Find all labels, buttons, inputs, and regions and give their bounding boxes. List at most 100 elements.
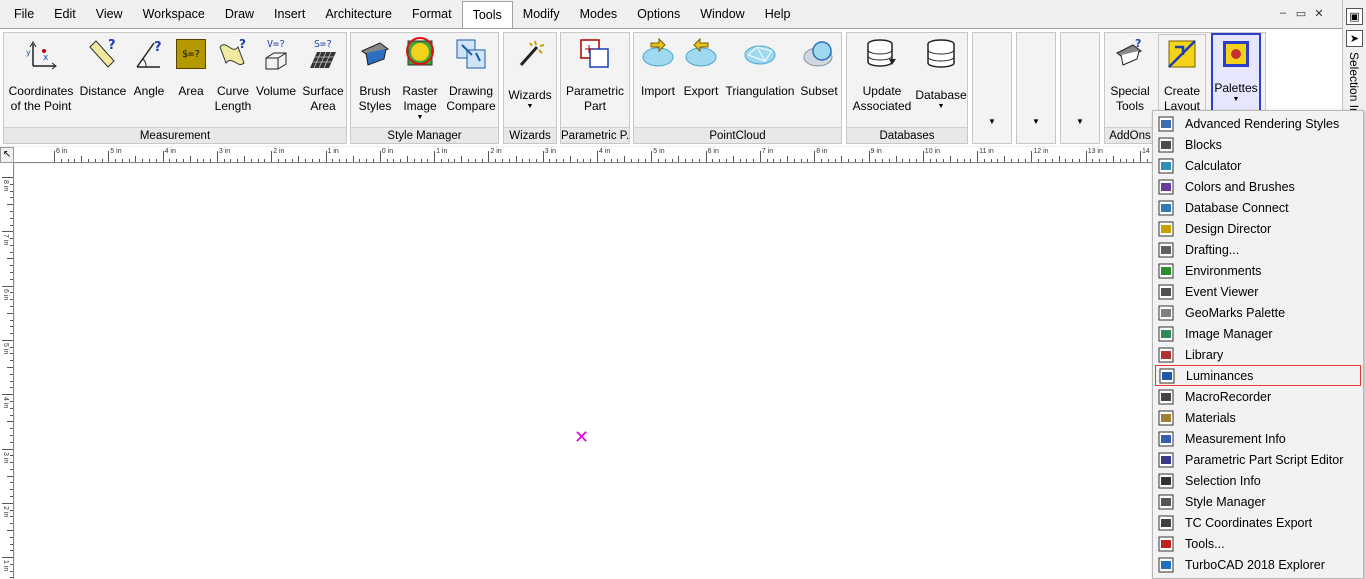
ruler-minor-tick	[888, 159, 890, 162]
panel-icon[interactable]: ▣	[1346, 8, 1363, 25]
ruler-minor-tick	[10, 523, 13, 525]
ruler-tick	[162, 151, 164, 162]
surface-area-button[interactable]: S=? Surface Area	[300, 35, 346, 125]
ruler-minor-tick	[1106, 159, 1108, 162]
menu-file[interactable]: File	[4, 2, 44, 26]
collapsed-group-2[interactable]: ▼	[1016, 32, 1056, 144]
menu-item-geomarks[interactable]: GeoMarks Palette	[1155, 302, 1361, 323]
menu-item-rendering-styles[interactable]: Advanced Rendering Styles	[1155, 113, 1361, 134]
menu-modes[interactable]: Modes	[570, 2, 628, 26]
ruler-minor-tick	[413, 159, 415, 162]
pointer-icon[interactable]: ➤	[1346, 30, 1363, 47]
parametric-part-button[interactable]: Parametric Part	[563, 35, 627, 125]
menu-modify[interactable]: Modify	[513, 2, 570, 26]
menu-item-environments[interactable]: Environments	[1155, 260, 1361, 281]
distance-button[interactable]: ? Distance	[78, 35, 128, 125]
collapsed-group-1[interactable]: ▼	[972, 32, 1012, 144]
database-connect-icon	[1158, 200, 1174, 216]
coordinates-button[interactable]: xy Coordinates of the Point	[8, 35, 74, 125]
menu-window[interactable]: Window	[690, 2, 754, 26]
triangulation-button[interactable]: Triangulation	[722, 35, 798, 125]
chevron-down-icon[interactable]: ▼	[938, 103, 945, 111]
subset-button[interactable]: Subset	[798, 35, 840, 125]
ruler-minor-tick	[311, 159, 313, 162]
menu-item-coordinates-export[interactable]: TC Coordinates Export	[1155, 512, 1361, 533]
menu-item-label: Measurement Info	[1185, 431, 1286, 446]
ruler-minor-tick	[10, 360, 13, 362]
ruler-minor-tick	[10, 346, 13, 348]
wizards-button[interactable]: Wizards ▼	[506, 35, 554, 125]
menu-item-colors-brushes[interactable]: Colors and Brushes	[1155, 176, 1361, 197]
volume-button[interactable]: V=? Volume	[254, 35, 298, 125]
menu-view[interactable]: View	[86, 2, 133, 26]
restore-icon[interactable]: ▭	[1294, 7, 1308, 20]
menu-item-calculator[interactable]: Calculator	[1155, 155, 1361, 176]
angle-button[interactable]: ? Angle	[128, 35, 170, 125]
menu-item-selection-info[interactable]: Selection Info	[1155, 470, 1361, 491]
menu-item-style-manager[interactable]: Style Manager	[1155, 491, 1361, 512]
menu-workspace[interactable]: Workspace	[133, 2, 215, 26]
brush-styles-button[interactable]: Brush Styles	[353, 35, 397, 125]
menu-options[interactable]: Options	[627, 2, 690, 26]
menu-item-library[interactable]: Library	[1155, 344, 1361, 365]
palettes-button[interactable]: Palettes ▼	[1211, 33, 1261, 113]
ruler-label: 5 in	[653, 148, 665, 155]
menu-item-drafting[interactable]: Drafting...	[1155, 239, 1361, 260]
menu-edit[interactable]: Edit	[44, 2, 86, 26]
menu-format[interactable]: Format	[402, 2, 462, 26]
group-label-addons: AddOns	[1105, 127, 1155, 143]
menu-item-script-editor[interactable]: Parametric Part Script Editor	[1155, 449, 1361, 470]
export-button[interactable]: Export	[680, 35, 722, 125]
ruler-minor-tick	[10, 183, 13, 185]
drawing-canvas[interactable]: ✕	[15, 164, 1153, 579]
menu-item-database-connect[interactable]: Database Connect	[1155, 197, 1361, 218]
chevron-down-icon[interactable]: ▼	[527, 103, 534, 111]
coordinates-label: Coordinates of the Point	[8, 84, 74, 113]
minimize-icon[interactable]: –	[1276, 7, 1290, 20]
special-tools-button[interactable]: ? Special Tools	[1107, 35, 1153, 125]
ruler-tick	[542, 151, 544, 162]
ruler-minor-tick	[10, 305, 13, 307]
menu-item-measurement-info[interactable]: Measurement Info	[1155, 428, 1361, 449]
menu-architecture[interactable]: Architecture	[315, 2, 402, 26]
drawing-compare-button[interactable]: Drawing Compare	[445, 35, 497, 125]
menu-item-design-director[interactable]: Design Director	[1155, 218, 1361, 239]
menu-item-macro-recorder[interactable]: MacroRecorder	[1155, 386, 1361, 407]
update-associated-button[interactable]: Update Associated	[849, 35, 915, 125]
collapsed-group-3[interactable]: ▼	[1060, 32, 1100, 144]
menu-item-luminances[interactable]: Luminances	[1155, 365, 1361, 386]
ruler-minor-tick	[427, 159, 429, 162]
ruler-minor-tick	[1126, 159, 1128, 162]
menu-item-explorer[interactable]: TurboCAD 2018 Explorer	[1155, 554, 1361, 575]
curve-length-button[interactable]: ? Curve Length	[212, 35, 254, 125]
ruler-minor-tick	[1092, 159, 1094, 162]
ruler-minor-tick	[10, 210, 13, 212]
chevron-down-icon[interactable]: ▼	[1233, 96, 1240, 104]
menu-item-tools[interactable]: Tools...	[1155, 533, 1361, 554]
ruler-label: 7 in	[761, 148, 774, 155]
ruler-minor-tick	[909, 159, 911, 162]
chevron-down-icon[interactable]: ▼	[417, 114, 424, 122]
wizard-wand-icon	[513, 37, 547, 71]
raster-image-button[interactable]: Raster Image ▼	[397, 35, 443, 125]
menu-item-image-manager[interactable]: Image Manager	[1155, 323, 1361, 344]
menu-draw[interactable]: Draw	[215, 2, 264, 26]
menu-help[interactable]: Help	[755, 2, 801, 26]
ruler-minor-tick	[563, 159, 565, 162]
database-button[interactable]: Database ▼	[915, 35, 967, 125]
menu-item-event-viewer[interactable]: Event Viewer	[1155, 281, 1361, 302]
menu-tools[interactable]: Tools	[461, 1, 513, 28]
chevron-down-icon[interactable]: ▼	[1061, 117, 1099, 126]
chevron-down-icon[interactable]: ▼	[1017, 117, 1055, 126]
close-icon[interactable]: ✕	[1312, 7, 1326, 20]
chevron-down-icon[interactable]: ▼	[973, 117, 1011, 126]
ruler-minor-tick	[997, 159, 999, 162]
import-button[interactable]: Import	[636, 35, 680, 125]
ruler-minor-tick	[637, 159, 639, 162]
menu-item-materials[interactable]: Materials	[1155, 407, 1361, 428]
ruler-corner[interactable]: ↖	[0, 147, 14, 163]
curve-length-label: Curve Length	[214, 84, 252, 113]
area-button[interactable]: $=? Area	[170, 35, 212, 125]
menu-item-blocks[interactable]: Blocks	[1155, 134, 1361, 155]
menu-insert[interactable]: Insert	[264, 2, 315, 26]
